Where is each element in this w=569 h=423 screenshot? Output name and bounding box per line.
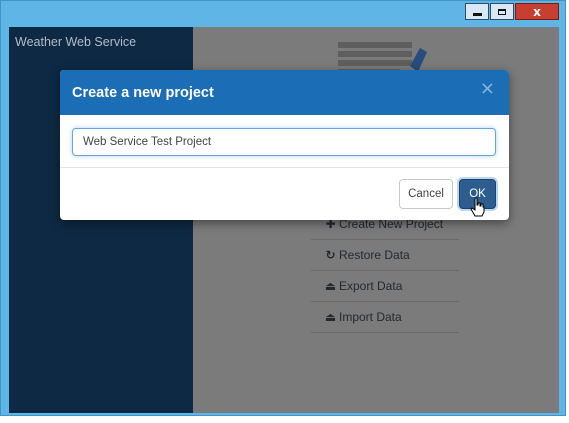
window-controls: x <box>464 3 559 20</box>
menu-item-label: Import Data <box>339 310 402 324</box>
refresh-icon: ↻ <box>325 248 336 262</box>
maximize-icon <box>498 8 506 15</box>
dialog-title: Create a new project <box>72 84 214 101</box>
project-name-input[interactable] <box>72 128 496 156</box>
hand-cursor-icon <box>470 197 485 217</box>
menu-item-export-data[interactable]: ⏏ Export Data <box>311 271 459 302</box>
dialog-header: Create a new project × <box>60 70 509 115</box>
app-title: Weather Web Service <box>15 35 137 49</box>
cancel-button[interactable]: Cancel <box>399 179 453 209</box>
menu-item-label: Export Data <box>339 279 403 293</box>
dialog-close-icon[interactable]: × <box>480 80 495 98</box>
minimize-icon <box>472 13 482 16</box>
close-window-button[interactable]: x <box>515 3 559 20</box>
minimize-button[interactable] <box>465 3 489 20</box>
maximize-button[interactable] <box>490 3 514 20</box>
action-menu: ✚ Create New Project ↻ Restore Data ⏏ Ex… <box>311 209 459 333</box>
dialog-body <box>60 115 509 168</box>
menu-item-restore-data[interactable]: ↻ Restore Data <box>311 240 459 271</box>
menu-item-import-data[interactable]: ⏏ Import Data <box>311 302 459 333</box>
close-icon: x <box>533 4 541 19</box>
create-project-dialog: Create a new project × Cancel OK <box>60 70 509 220</box>
dialog-footer: Cancel OK <box>60 168 509 220</box>
menu-item-label: Restore Data <box>339 248 410 262</box>
export-icon: ⏏ <box>324 279 337 293</box>
import-icon: ⏏ <box>324 310 337 324</box>
